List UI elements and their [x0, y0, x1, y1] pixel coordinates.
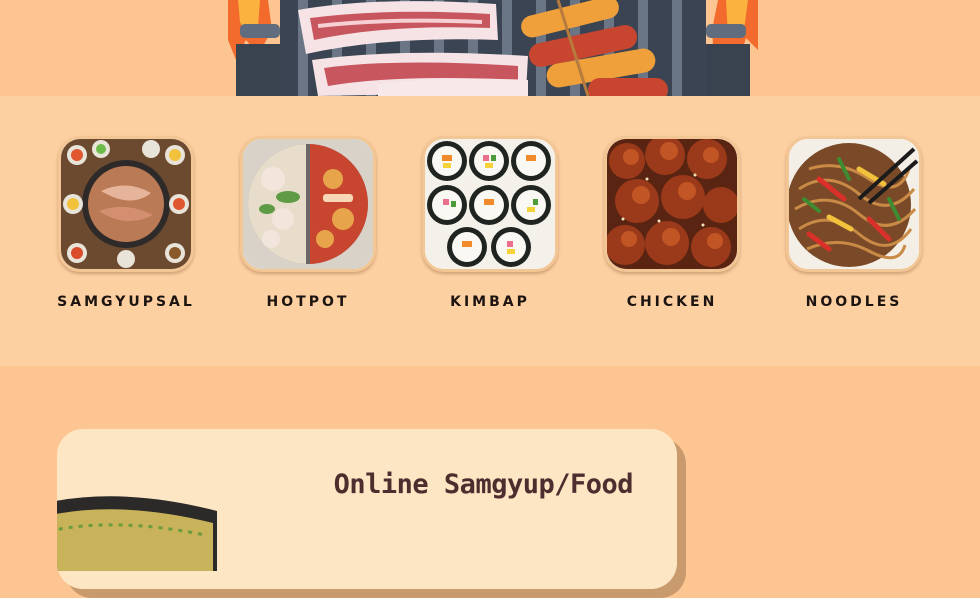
hotpot-photo[interactable] — [240, 136, 376, 272]
online-samgyup-card: Online Samgyup/Food — [57, 429, 677, 589]
category-label: HOTPOT — [266, 294, 350, 310]
category-section: SAMGYUPSAL HOTPOT KIMBAP CHICKEN NOODLES — [0, 96, 980, 366]
category-label: NOODLES — [805, 294, 903, 310]
category-noodles[interactable]: NOODLES — [784, 136, 924, 310]
category-label: CHICKEN — [626, 294, 718, 310]
food-plate-image — [57, 496, 217, 571]
category-hotpot[interactable]: HOTPOT — [238, 136, 378, 310]
chicken-photo[interactable] — [604, 136, 740, 272]
card-title: Online Samgyup/Food — [333, 469, 634, 500]
category-chicken[interactable]: CHICKEN — [602, 136, 742, 310]
online-order-section: Online Samgyup/Food — [0, 366, 980, 598]
hero-banner — [0, 0, 980, 96]
grill-illustration — [228, 0, 758, 96]
category-kimbap[interactable]: KIMBAP — [420, 136, 560, 310]
category-label: KIMBAP — [450, 294, 530, 310]
kimbap-photo[interactable] — [422, 136, 558, 272]
category-label: SAMGYUPSAL — [57, 294, 195, 310]
category-samgyupsal[interactable]: SAMGYUPSAL — [56, 136, 196, 310]
samgyupsal-photo[interactable] — [58, 136, 194, 272]
noodles-photo[interactable] — [786, 136, 922, 272]
